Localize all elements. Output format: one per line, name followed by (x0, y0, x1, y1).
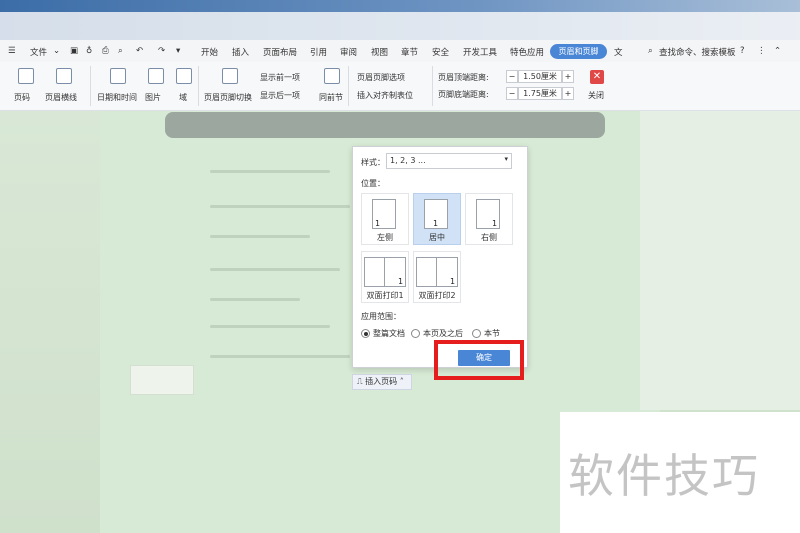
tab-header-footer[interactable]: 页眉和页脚 (550, 44, 607, 59)
menu-references[interactable]: 引用 (310, 46, 327, 58)
search-command[interactable]: 查找命令、搜索模板 (659, 46, 736, 58)
page-thumbnail: 1 (384, 257, 406, 287)
watermark: 软件技巧 (560, 412, 800, 533)
picture-button[interactable]: 图片 (145, 92, 161, 103)
position-right[interactable]: 1 右侧 (465, 193, 513, 245)
page-thumbnail: 1 (476, 199, 500, 229)
scope-radio-this-section[interactable] (472, 329, 481, 338)
insert-align-tab-button[interactable]: 插入对齐制表位 (357, 90, 413, 101)
menu-page-layout[interactable]: 页面布局 (263, 46, 297, 58)
undo-icon[interactable]: ↶ (136, 46, 143, 56)
increment-button[interactable]: + (562, 87, 574, 100)
page-thumbnail: 1 (424, 199, 448, 229)
highlight-box (434, 340, 524, 380)
header-line-button[interactable]: 页眉横线 (45, 92, 77, 103)
menu-review[interactable]: 审阅 (340, 46, 357, 58)
menu-view[interactable]: 视图 (371, 46, 388, 58)
footer-bottom-distance-label: 页脚底端距离: (438, 90, 489, 99)
decrement-button[interactable]: − (506, 70, 518, 83)
style-select[interactable]: 1, 2, 3 ... ▾ (386, 153, 512, 169)
ribbon: 页码 页眉横线 日期和时间 图片 域 页眉页脚切换 显示前一项 显示后一项 同前… (0, 62, 800, 111)
style-label: 样式： (361, 158, 385, 167)
header-top-distance-label: 页眉顶端距离: (438, 73, 489, 82)
menu-developer[interactable]: 开发工具 (463, 46, 497, 58)
header-region-band (165, 112, 605, 138)
menu-start[interactable]: 开始 (201, 46, 218, 58)
position-center[interactable]: 1 居中 (413, 193, 461, 245)
decrement-button[interactable]: − (506, 87, 518, 100)
increment-button[interactable]: + (562, 70, 574, 83)
search-icon[interactable]: ⌕ (648, 46, 653, 56)
more-options-icon[interactable]: ⋮ (757, 46, 766, 56)
same-as-previous-icon[interactable] (324, 68, 340, 84)
insert-page-number-button[interactable]: ⎍ 插入页码 ˄ (352, 374, 412, 390)
switch-icon[interactable] (222, 68, 238, 84)
header-footer-switch-button[interactable]: 页眉页脚切换 (204, 92, 252, 103)
print-preview-icon[interactable]: ⌕ (118, 46, 123, 56)
format-painter-icon[interactable]: ♁ (86, 46, 92, 56)
field-icon[interactable] (176, 68, 192, 84)
show-previous-button[interactable]: 显示前一项 (260, 72, 300, 83)
chevron-up-icon: ˄ (399, 377, 404, 386)
field-button[interactable]: 域 (179, 92, 187, 103)
date-time-button[interactable]: 日期和时间 (97, 92, 137, 103)
help-icon[interactable]: ? (740, 46, 745, 56)
page-thumbnail: 1 (436, 257, 458, 287)
page-thumbnail: 1 (372, 199, 396, 229)
watermark-text: 软件技巧 (568, 449, 760, 503)
hamburger-icon[interactable]: ☰ (8, 46, 16, 56)
page-number-icon[interactable] (18, 68, 34, 84)
ribbon-separator (90, 66, 91, 106)
scope-this-section[interactable]: 本节 (484, 328, 500, 339)
more-icon[interactable]: ▾ (176, 46, 180, 56)
redo-icon[interactable]: ↷ (158, 46, 165, 56)
blurred-text-box (130, 365, 194, 395)
style-select-value: 1, 2, 3 ... (390, 156, 426, 165)
tab-strip (0, 12, 800, 40)
position-left[interactable]: 1 左侧 (361, 193, 409, 245)
ribbon-separator (198, 66, 199, 106)
page-number-popup: 样式： 1, 2, 3 ... ▾ 位置： 1 左侧 1 居中 1 右侧 1 双… (352, 146, 528, 368)
save-icon[interactable]: ▣ (70, 46, 78, 56)
menu-security[interactable]: 安全 (432, 46, 449, 58)
blurred-right-panel (640, 110, 800, 410)
show-next-button[interactable]: 显示后一项 (260, 90, 300, 101)
print-icon[interactable]: ⎙ (102, 46, 109, 56)
collapse-icon[interactable]: ⌃ (774, 46, 781, 56)
chevron-down-icon[interactable]: ⌄ (53, 46, 60, 56)
position-duplex-2[interactable]: 1 双面打印2 (413, 251, 461, 303)
same-as-previous-button[interactable]: 同前节 (319, 92, 343, 103)
ribbon-separator (348, 66, 349, 106)
ribbon-separator (432, 66, 433, 106)
menu-special[interactable]: 特色应用 (510, 46, 544, 58)
page-thumbnail (364, 257, 386, 287)
close-icon[interactable]: ✕ (590, 70, 604, 84)
position-duplex-1[interactable]: 1 双面打印1 (361, 251, 409, 303)
menu-section[interactable]: 章节 (401, 46, 418, 58)
scope-label: 应用范围： (361, 312, 401, 321)
header-top-distance-input[interactable]: 1.50厘米 (518, 70, 562, 83)
page-number-button[interactable]: 页码 (14, 92, 30, 103)
scope-whole-document[interactable]: 整篇文档 (373, 328, 405, 339)
menu-bar: ☰ 文件 ⌄ ▣ ♁ ⎙ ⌕ ↶ ↷ ▾ 开始 插入 页面布局 引用 审阅 视图… (0, 40, 800, 63)
page-thumbnail (416, 257, 438, 287)
menu-file[interactable]: 文件 (30, 46, 47, 58)
header-footer-options-button[interactable]: 页眉页脚选项 (357, 72, 405, 83)
picture-icon[interactable] (148, 68, 164, 84)
menu-insert[interactable]: 插入 (232, 46, 249, 58)
header-line-icon[interactable] (56, 68, 72, 84)
menu-overflow[interactable]: 文 (614, 46, 623, 58)
footer-bottom-distance-input[interactable]: 1.75厘米 (518, 87, 562, 100)
scope-radio-whole-document[interactable] (361, 329, 370, 338)
chevron-down-icon: ▾ (504, 155, 508, 163)
insert-page-number-label: 插入页码 (365, 377, 398, 386)
scope-this-page-onward[interactable]: 本页及之后 (423, 328, 463, 339)
calendar-icon[interactable] (110, 68, 126, 84)
close-button[interactable]: 关闭 (588, 90, 604, 101)
page-number-icon: ⎍ (357, 377, 363, 386)
position-label: 位置： (361, 179, 385, 188)
scope-radio-this-page-onward[interactable] (411, 329, 420, 338)
